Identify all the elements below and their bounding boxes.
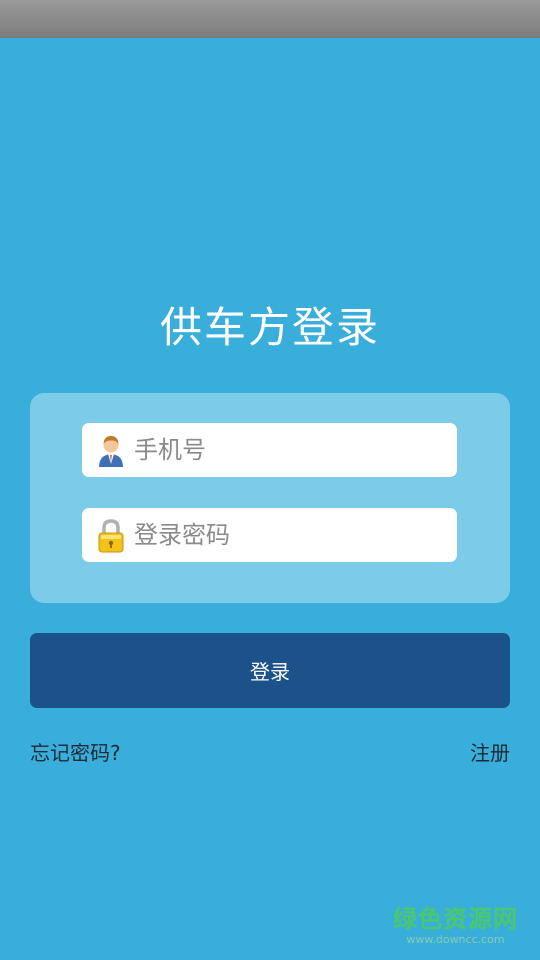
page-title: 供车方登录	[159, 303, 380, 352]
login-button[interactable]: 登录	[30, 633, 510, 708]
watermark: 绿色资源网 www.downcc.com	[393, 905, 518, 947]
password-input[interactable]	[134, 521, 434, 549]
forgot-password-link[interactable]: 忘记密码?	[30, 738, 121, 768]
register-link[interactable]: 注册	[470, 738, 510, 768]
phone-input[interactable]	[134, 436, 434, 464]
status-bar	[0, 0, 540, 38]
phone-field[interactable]	[82, 423, 457, 477]
login-form-panel	[30, 393, 510, 603]
password-field[interactable]	[82, 508, 457, 562]
watermark-title: 绿色资源网	[393, 905, 518, 933]
user-icon	[94, 431, 128, 469]
watermark-url: www.downcc.com	[406, 933, 505, 946]
lock-icon	[94, 516, 128, 554]
